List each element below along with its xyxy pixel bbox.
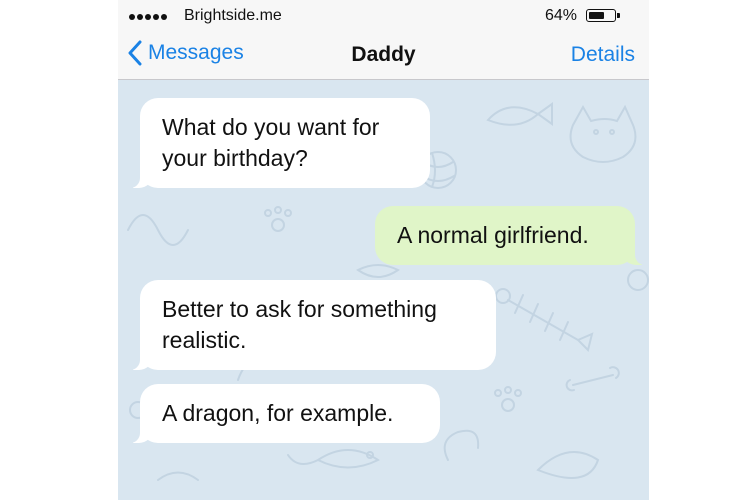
status-bar: Brightside.me 64% — [118, 0, 649, 34]
message-bubble-incoming[interactable]: What do you want for your birthday? — [126, 98, 430, 188]
phone-screen: Brightside.me 64% Messages Daddy Details — [118, 0, 649, 500]
chat-area[interactable]: What do you want for your birthday? A no… — [118, 80, 649, 500]
message-bubble-incoming[interactable]: Better to ask for something realistic. — [126, 280, 496, 370]
message-text: What do you want for your birthday? — [162, 114, 380, 171]
battery-fill — [589, 12, 604, 19]
message-text: A dragon, for example. — [162, 400, 394, 426]
battery-icon — [586, 9, 620, 22]
message-text: Better to ask for something realistic. — [162, 296, 437, 353]
message-bubble-incoming[interactable]: A dragon, for example. — [126, 384, 440, 443]
navigation-bar: Messages Daddy Details — [118, 34, 649, 80]
message-bubble-outgoing[interactable]: A normal girlfriend. — [375, 206, 649, 265]
contact-name-title: Daddy — [351, 43, 416, 66]
signal-dots-icon — [129, 14, 167, 20]
details-button[interactable]: Details — [571, 43, 635, 67]
carrier-name: Brightside.me — [184, 7, 282, 24]
message-text: A normal girlfriend. — [397, 222, 589, 248]
battery-percent: 64% — [545, 7, 578, 24]
